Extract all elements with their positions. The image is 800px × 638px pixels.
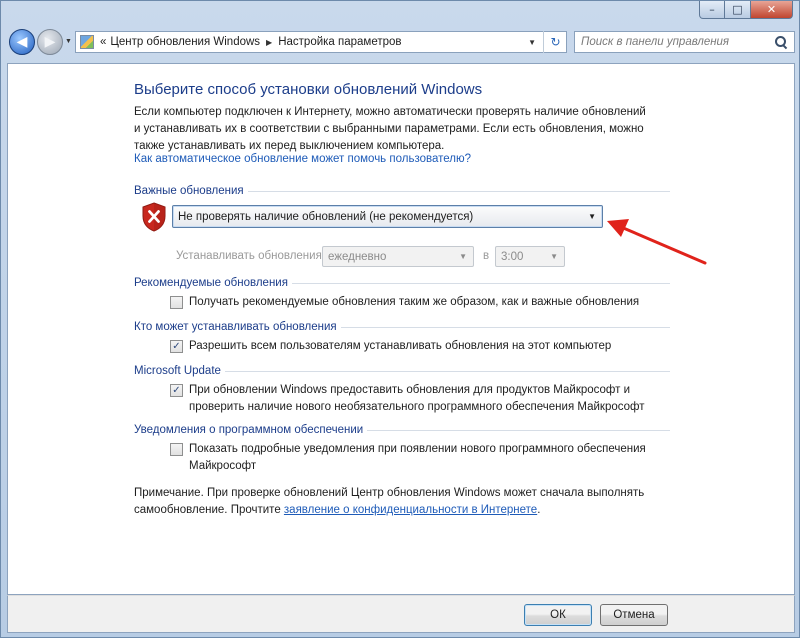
recommended-updates-checkbox[interactable] [170, 296, 183, 309]
microsoft-update-checkbox-label: При обновлении Windows предоставить обно… [189, 384, 645, 413]
button-bar: ОК Отмена [7, 595, 795, 633]
all-users-checkbox-label: Разрешить всем пользователям устанавлива… [189, 340, 612, 352]
refresh-icon[interactable]: ↻ [543, 31, 567, 53]
chevron-down-icon: ▼ [550, 252, 558, 261]
microsoft-update-checkbox[interactable]: ✓ [170, 384, 183, 397]
divider [247, 190, 670, 192]
cancel-button[interactable]: Отмена [600, 604, 668, 626]
chevron-down-icon: ▼ [588, 212, 596, 221]
recommended-updates-header: Рекомендуемые обновления [134, 277, 670, 289]
breadcrumb-separator-icon[interactable]: ▶ [266, 38, 272, 47]
important-updates-selected: Не проверять наличие обновлений (не реко… [178, 210, 474, 223]
help-link[interactable]: Как автоматическое обновление может помо… [134, 153, 471, 165]
install-time-at-label: в [483, 250, 490, 262]
address-dropdown-icon[interactable]: ▼ [528, 38, 536, 47]
install-schedule-label: Устанавливать обновления: [176, 250, 326, 262]
software-notifications-checkbox[interactable] [170, 443, 183, 456]
install-day-dropdown: ежедневно ▼ [322, 246, 474, 267]
settings-panel: Выберите способ установки обновлений Win… [7, 63, 795, 595]
breadcrumb-item-windows-update[interactable]: Центр обновления Windows [110, 36, 260, 48]
maximize-button[interactable]: □ [725, 1, 751, 19]
recommended-updates-checkbox-label: Получать рекомендуемые обновления таким … [189, 296, 640, 308]
software-notifications-label: Уведомления о программном обеспечении [134, 424, 364, 436]
navigation-bar: ◀ ▶ ▼ « Центр обновления Windows ▶ Настр… [7, 27, 795, 59]
search-box[interactable] [574, 31, 795, 53]
divider [291, 282, 670, 284]
window: – □ ✕ ◀ ▶ ▼ « Центр обновления Windows ▶… [0, 0, 800, 638]
who-can-install-header: Кто может устанавливать обновления [134, 321, 670, 333]
breadcrumb-item-settings[interactable]: Настройка параметров [278, 36, 401, 48]
who-can-install-label: Кто может устанавливать обновления [134, 321, 337, 333]
divider [340, 326, 670, 328]
note-text: Примечание. При проверке обновлений Цент… [134, 485, 654, 519]
note-tail: . [537, 504, 541, 516]
page-title: Выберите способ установки обновлений Win… [134, 81, 483, 98]
install-time-value: 3:00 [501, 250, 524, 263]
important-updates-dropdown[interactable]: Не проверять наличие обновлений (не реко… [172, 205, 603, 228]
microsoft-update-label: Microsoft Update [134, 365, 221, 377]
microsoft-update-option[interactable]: ✓ При обновлении Windows предоставить об… [170, 382, 670, 416]
recommended-updates-option[interactable]: Получать рекомендуемые обновления таким … [170, 294, 670, 311]
install-day-value: ежедневно [328, 250, 387, 263]
search-icon[interactable] [774, 35, 788, 49]
shield-x-icon [142, 202, 166, 232]
install-time-dropdown: 3:00 ▼ [495, 246, 565, 267]
privacy-statement-link[interactable]: заявление о конфиденциальности в Интерне… [284, 504, 537, 516]
recommended-updates-label: Рекомендуемые обновления [134, 277, 288, 289]
forward-button[interactable]: ▶ [37, 29, 63, 55]
divider [224, 370, 670, 372]
software-notifications-option[interactable]: Показать подробные уведомления при появл… [170, 441, 670, 475]
window-controls: – □ ✕ [699, 1, 793, 19]
minimize-button[interactable]: – [699, 1, 725, 19]
all-users-checkbox[interactable]: ✓ [170, 340, 183, 353]
control-panel-icon [80, 35, 94, 49]
important-updates-header: Важные обновления [134, 185, 670, 197]
ok-button[interactable]: ОК [524, 604, 592, 626]
close-button[interactable]: ✕ [751, 1, 793, 19]
all-users-option[interactable]: ✓ Разрешить всем пользователям устанавли… [170, 338, 670, 355]
software-notifications-checkbox-label: Показать подробные уведомления при появл… [189, 443, 646, 472]
chevron-down-icon: ▼ [459, 252, 467, 261]
address-bar[interactable]: « Центр обновления Windows ▶ Настройка п… [75, 31, 567, 53]
important-updates-label: Важные обновления [134, 185, 244, 197]
breadcrumb-overflow[interactable]: « [100, 36, 106, 48]
search-input[interactable] [581, 36, 774, 48]
back-button[interactable]: ◀ [9, 29, 35, 55]
divider [367, 429, 670, 431]
software-notifications-header: Уведомления о программном обеспечении [134, 424, 670, 436]
intro-text: Если компьютер подключен к Интернету, мо… [134, 106, 646, 152]
microsoft-update-header: Microsoft Update [134, 365, 670, 377]
recent-pages-dropdown-icon[interactable]: ▼ [65, 38, 72, 45]
